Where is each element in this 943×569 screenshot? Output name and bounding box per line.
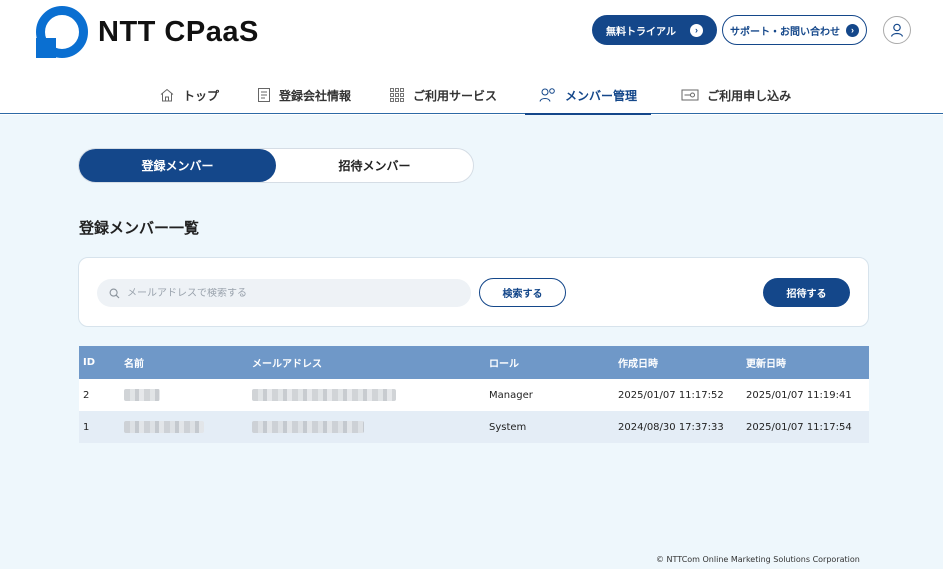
column-header-role[interactable]: ロール [489, 346, 618, 379]
cell-name-redacted [124, 411, 252, 443]
members-icon [539, 88, 555, 102]
nav-item-services[interactable]: ご利用サービス [375, 76, 511, 114]
logo-text: NTT CPaaS [98, 15, 259, 48]
page-title: 登録メンバー一覧 [79, 219, 200, 237]
document-icon [258, 88, 271, 102]
invite-button[interactable]: 招待する [763, 278, 850, 307]
nav-item-member-management-label: メンバー管理 [565, 88, 638, 103]
nav-item-services-label: ご利用サービス [413, 88, 498, 103]
column-header-name[interactable]: 名前 [124, 346, 252, 379]
cell-created: 2024/08/30 17:37:33 [618, 411, 746, 443]
tab-registered-members[interactable]: 登録メンバー [79, 149, 276, 182]
key-card-icon [681, 89, 699, 101]
nav-item-member-management[interactable]: メンバー管理 [525, 76, 652, 115]
arrow-right-icon: › [846, 23, 859, 37]
cell-email-redacted [252, 411, 489, 443]
grid-icon [390, 88, 404, 102]
cell-created: 2025/01/07 11:17:52 [618, 379, 746, 411]
search-icon [109, 288, 120, 298]
support-contact-button[interactable]: サポート・お問い合わせ › [722, 15, 867, 45]
cell-role: Manager [489, 379, 618, 411]
search-card: 検索する 招待する [78, 257, 869, 327]
cell-email-redacted [252, 379, 489, 411]
support-contact-label: サポート・お問い合わせ [730, 26, 840, 38]
nav-item-company-info-label: 登録会社情報 [279, 88, 352, 103]
main-nav: トップ 登録会社情報 ご利用サービス メンバー管理 ご利用申し込み [0, 76, 943, 115]
nav-item-application-label: ご利用申し込み [707, 88, 792, 103]
arrow-right-icon: › [689, 23, 703, 37]
tab-invited-members[interactable]: 招待メンバー [276, 149, 473, 182]
nav-item-top[interactable]: トップ [145, 76, 233, 114]
free-trial-label: 無料トライアル [606, 26, 676, 38]
cell-role: System [489, 411, 618, 443]
cell-id: 1 [79, 411, 124, 443]
table-row[interactable]: 2 Manager 2025/01/07 11:17:52 2025/01/07… [79, 379, 869, 411]
nav-item-application[interactable]: ご利用申し込み [667, 76, 805, 114]
site-header: NTT CPaaS 無料トライアル › サポート・お問い合わせ › トップ 登録… [0, 0, 943, 115]
logo-mark-icon [36, 6, 88, 58]
column-header-created[interactable]: 作成日時 [618, 346, 746, 379]
nav-item-top-label: トップ [183, 88, 220, 103]
cell-name-redacted [124, 379, 252, 411]
column-header-id[interactable]: ID [79, 346, 124, 379]
main-content: 登録メンバー 招待メンバー 登録メンバー一覧 検索する 招待する ID 名前 メ… [0, 115, 943, 569]
search-button[interactable]: 検索する [479, 278, 566, 307]
column-header-updated[interactable]: 更新日時 [746, 346, 869, 379]
logo[interactable]: NTT CPaaS [36, 6, 259, 58]
table-row[interactable]: 1 System 2024/08/30 17:37:33 2025/01/07 … [79, 411, 869, 443]
search-box [97, 279, 471, 307]
nav-item-company-info[interactable]: 登録会社情報 [243, 76, 365, 114]
copyright-footer: © NTTCom Online Marketing Solutions Corp… [656, 555, 860, 564]
cell-id: 2 [79, 379, 124, 411]
user-icon [890, 23, 904, 37]
email-search-input[interactable] [127, 287, 457, 299]
user-account-button[interactable] [883, 16, 911, 44]
column-header-email[interactable]: メールアドレス [252, 346, 489, 379]
member-table: ID 名前 メールアドレス ロール 作成日時 更新日時 2 Manager 20… [79, 346, 869, 443]
table-header-row: ID 名前 メールアドレス ロール 作成日時 更新日時 [79, 346, 869, 379]
member-type-toggle: 登録メンバー 招待メンバー [78, 148, 474, 183]
cell-updated: 2025/01/07 11:17:54 [746, 411, 869, 443]
cell-updated: 2025/01/07 11:19:41 [746, 379, 869, 411]
free-trial-button[interactable]: 無料トライアル › [592, 15, 717, 45]
home-icon [160, 88, 174, 102]
